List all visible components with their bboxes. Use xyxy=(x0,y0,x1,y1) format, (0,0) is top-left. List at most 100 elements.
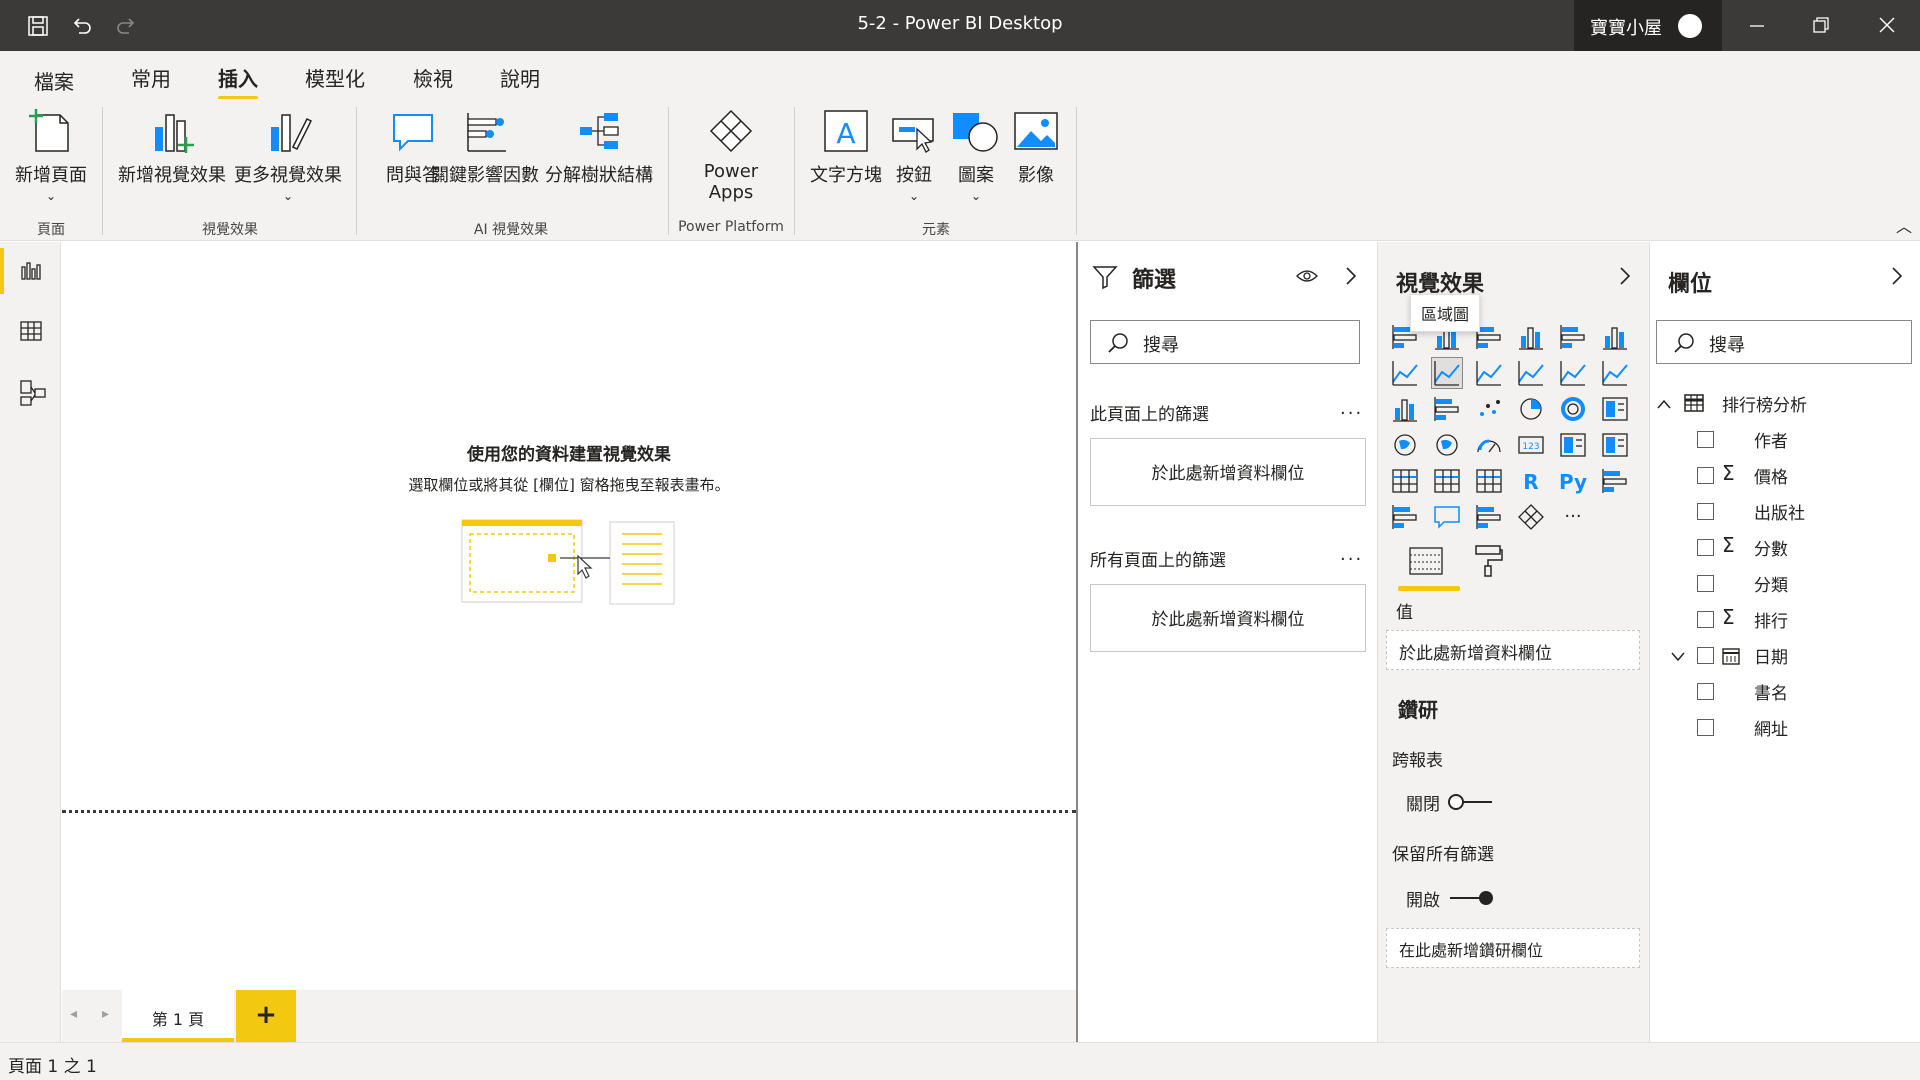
this-page-filters-more-button[interactable]: ... xyxy=(1340,398,1363,419)
new-visual-button[interactable]: 新增視覺效果 xyxy=(116,107,228,187)
field-checkbox[interactable] xyxy=(1697,431,1714,448)
all-pages-filters-dropzone[interactable]: 於此處新增資料欄位 xyxy=(1090,584,1366,652)
format-paint-roller-icon[interactable] xyxy=(1474,544,1504,578)
field-checkbox[interactable] xyxy=(1697,683,1714,700)
minimize-button[interactable] xyxy=(1728,0,1786,51)
report-view-button[interactable] xyxy=(0,242,61,300)
qa-visual-icon[interactable] xyxy=(1432,502,1462,532)
fields-search-input[interactable]: 搜尋 xyxy=(1656,320,1912,364)
ribbon-chart-icon[interactable] xyxy=(1600,358,1630,388)
tab-view[interactable]: 檢視 xyxy=(413,63,453,92)
values-label: 值 xyxy=(1396,603,1413,623)
tab-help[interactable]: 說明 xyxy=(500,63,540,92)
filters-search-input[interactable]: 搜尋 xyxy=(1090,320,1360,364)
map-icon[interactable] xyxy=(1390,430,1420,460)
cross-report-toggle[interactable] xyxy=(1448,792,1494,812)
collapse-ribbon-icon[interactable]: ︿ xyxy=(1896,213,1912,237)
table-icon[interactable] xyxy=(1432,466,1462,496)
field-checkbox[interactable] xyxy=(1697,719,1714,736)
report-canvas[interactable]: 使用您的資料建置視覺效果 選取欄位或將其從 [欄位] 窗格拖曳至報表畫布。 xyxy=(62,242,1076,990)
gauge-icon[interactable] xyxy=(1474,430,1504,460)
buttons-button[interactable]: 按鈕 ⌄ xyxy=(884,107,944,203)
multi-row-card-icon[interactable] xyxy=(1558,430,1588,460)
fields-well-icon[interactable] xyxy=(1408,546,1444,576)
treemap-icon[interactable] xyxy=(1600,394,1630,424)
field-checkbox[interactable] xyxy=(1697,503,1714,520)
field-checkbox[interactable] xyxy=(1697,467,1714,484)
filled-map-icon[interactable] xyxy=(1432,430,1462,460)
field-item[interactable]: Σ 排行 xyxy=(1650,602,1920,638)
line-clustered-column-chart-icon[interactable] xyxy=(1516,358,1546,388)
matrix-icon[interactable] xyxy=(1474,466,1504,496)
new-page-button[interactable]: 新增頁面 ⌄ xyxy=(12,107,90,203)
tab-insert[interactable]: 插入 xyxy=(218,63,258,100)
eye-icon[interactable] xyxy=(1296,268,1318,284)
table-node[interactable]: 排行榜分析 xyxy=(1650,386,1920,422)
stacked-area-chart-icon[interactable] xyxy=(1474,358,1504,388)
text-box-button[interactable]: A 文字方塊 xyxy=(806,107,886,187)
more-visuals-icon[interactable]: ··· xyxy=(1558,502,1588,532)
field-item[interactable]: Σ 分數 xyxy=(1650,530,1920,566)
field-item[interactable]: 網址 xyxy=(1650,710,1920,746)
field-item[interactable]: 出版社 xyxy=(1650,494,1920,530)
add-page-button[interactable]: + xyxy=(236,990,296,1042)
clustered-column-chart-icon[interactable] xyxy=(1516,322,1546,352)
data-view-button[interactable] xyxy=(0,302,61,360)
group-label-elements: 元素 xyxy=(922,222,950,238)
pie-chart-icon[interactable] xyxy=(1516,394,1546,424)
tab-modeling[interactable]: 模型化 xyxy=(305,63,365,92)
smart-narrative-icon[interactable] xyxy=(1474,502,1504,532)
previous-page-icon[interactable]: ◂ xyxy=(70,1006,77,1022)
values-dropzone[interactable]: 於此處新增資料欄位 xyxy=(1386,630,1640,670)
funnel-chart-icon[interactable] xyxy=(1432,394,1462,424)
tab-home[interactable]: 常用 xyxy=(131,63,171,92)
area-chart-icon[interactable] xyxy=(1431,357,1463,389)
model-view-button[interactable] xyxy=(0,362,61,420)
this-page-filters-dropzone[interactable]: 於此處新增資料欄位 xyxy=(1090,438,1366,506)
field-checkbox[interactable] xyxy=(1697,647,1714,664)
100-stacked-bar-chart-icon[interactable] xyxy=(1558,322,1588,352)
keep-all-filters-toggle[interactable] xyxy=(1448,888,1494,908)
field-item[interactable]: 日期 xyxy=(1650,638,1920,674)
shapes-button[interactable]: 圖案 ⌄ xyxy=(946,107,1006,203)
page-tab[interactable]: 第 1 頁 xyxy=(122,990,234,1042)
slicer-icon[interactable] xyxy=(1390,466,1420,496)
chevron-right-icon[interactable] xyxy=(1618,266,1632,286)
tab-file[interactable]: 檔案 xyxy=(34,66,74,95)
donut-chart-icon[interactable] xyxy=(1558,394,1588,424)
key-influencers-icon[interactable] xyxy=(1600,466,1630,496)
power-apps-button[interactable]: Power Apps xyxy=(676,107,786,203)
card-icon[interactable]: 123 xyxy=(1516,430,1546,460)
all-pages-filters-more-button[interactable]: ... xyxy=(1340,544,1363,565)
field-item[interactable]: 作者 xyxy=(1650,422,1920,458)
decomposition-tree-icon[interactable] xyxy=(1390,502,1420,532)
decomposition-tree-button[interactable]: 分解樹狀結構 xyxy=(544,107,654,187)
new-page-icon xyxy=(29,109,69,152)
line-stacked-column-chart-icon[interactable] xyxy=(1558,358,1588,388)
kpi-icon[interactable] xyxy=(1600,430,1630,460)
drillthrough-dropzone[interactable]: 在此處新增鑽研欄位 xyxy=(1386,928,1640,968)
field-item[interactable]: 分類 xyxy=(1650,566,1920,602)
field-item[interactable]: 書名 xyxy=(1650,674,1920,710)
field-item[interactable]: Σ 價格 xyxy=(1650,458,1920,494)
user-account[interactable]: 寶寶小屋 xyxy=(1574,0,1722,51)
more-visuals-button[interactable]: 更多視覺效果 ⌄ xyxy=(232,107,344,203)
power-apps-icon[interactable] xyxy=(1516,502,1546,532)
chevron-right-icon[interactable] xyxy=(1890,266,1904,286)
scatter-chart-icon[interactable] xyxy=(1474,394,1504,424)
image-button[interactable]: 影像 xyxy=(1006,107,1066,187)
line-chart-icon[interactable] xyxy=(1390,358,1420,388)
r-visual-icon[interactable]: R xyxy=(1516,466,1546,496)
key-influencers-button[interactable]: 關鍵影響因數 xyxy=(430,107,540,187)
python-visual-icon[interactable]: Py xyxy=(1558,466,1588,496)
close-button[interactable] xyxy=(1858,0,1916,51)
restore-button[interactable] xyxy=(1792,0,1850,51)
next-page-icon[interactable]: ▸ xyxy=(102,1006,109,1022)
field-label: 網址 xyxy=(1754,720,1788,740)
field-checkbox[interactable] xyxy=(1697,575,1714,592)
field-checkbox[interactable] xyxy=(1697,539,1714,556)
field-checkbox[interactable] xyxy=(1697,611,1714,628)
chevron-right-icon[interactable] xyxy=(1344,266,1358,286)
100-stacked-column-chart-icon[interactable] xyxy=(1600,322,1630,352)
waterfall-chart-icon[interactable] xyxy=(1390,394,1420,424)
